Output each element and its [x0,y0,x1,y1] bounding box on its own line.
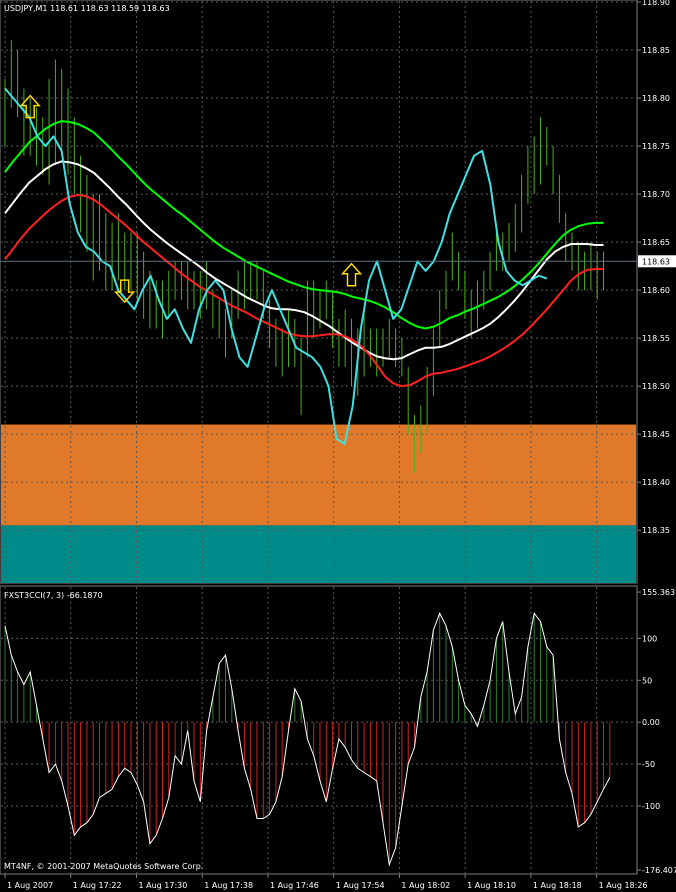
price-axis-label: 118.55 [642,334,670,343]
time-axis-label: 1 Aug 17:38 [204,881,253,890]
price-axis-label: 118.75 [642,142,670,151]
price-axis-label: 118.80 [642,94,670,103]
time-axis-label: 1 Aug 17:30 [138,881,187,890]
cci-axis: 155.3637 100 50 0.00 -50 -100 -176.4077 [637,588,676,875]
price-axis-label: 118.35 [642,526,670,535]
time-axis-label: 1 Aug 17:22 [73,881,122,890]
copyright-text: MT4NF, © 2001-2007 MetaQuotes Software C… [4,862,203,871]
price-axis-label: 118.70 [642,190,670,199]
time-axis-label: 1 Aug 18:18 [533,881,582,890]
cci-axis-label: 50 [642,676,652,685]
price-axis-label: 118.85 [642,46,670,55]
chart-canvas[interactable]: USDJPY,M1 118.61 118.63 118.59 118.63 11… [0,0,676,892]
time-axis-label: 1 Aug 18:10 [467,881,516,890]
cci-axis-label: -50 [642,760,655,769]
trading-chart-window: USDJPY,M1 118.61 118.63 118.59 118.63 11… [0,0,676,892]
time-axis: 1 Aug 2007 1 Aug 17:22 1 Aug 17:30 1 Aug 17… [4,874,648,890]
current-price-tag: 118.63 [638,255,676,268]
cci-axis-label: 0.00 [642,718,660,727]
time-axis-label: 1 Aug 18:26 [599,881,648,890]
price-band-0 [1,424,636,526]
time-axis-label: 1 Aug 2007 [7,881,53,890]
current-price-label: 118.63 [642,257,670,266]
cci-axis-label: 155.3637 [642,588,676,597]
price-panel[interactable]: USDJPY,M1 118.61 118.63 118.59 118.63 [0,0,638,584]
cci-axis-label: 100 [642,634,657,643]
time-axis-label: 1 Aug 18:02 [401,881,450,890]
price-axis-label: 118.60 [642,286,670,295]
cci-title: FXST3CCI(7, 3) -66.1870 [4,591,103,600]
cci-axis-label: -100 [642,802,660,811]
price-bands [1,424,636,583]
price-axis: 118.35 118.40 118.45 118.50 118.55 118.60 118.… [637,0,670,535]
price-axis-label: 118.40 [642,478,670,487]
price-axis-label: 118.90 [642,0,670,7]
cci-panel[interactable]: FXST3CCI(7, 3) -66.1870 MT4NF, © 2001-20… [0,585,638,875]
time-axis-label: 1 Aug 17:54 [336,881,385,890]
cci-panel-frame [0,585,638,875]
price-chart-title: USDJPY,M1 118.61 118.63 118.59 118.63 [4,4,170,13]
price-band-1 [1,525,636,583]
price-axis-label: 118.45 [642,430,670,439]
time-axis-label: 1 Aug 17:46 [270,881,319,890]
cci-axis-label: -176.4077 [642,866,676,875]
price-axis-label: 118.65 [642,238,670,247]
price-axis-label: 118.50 [642,382,670,391]
